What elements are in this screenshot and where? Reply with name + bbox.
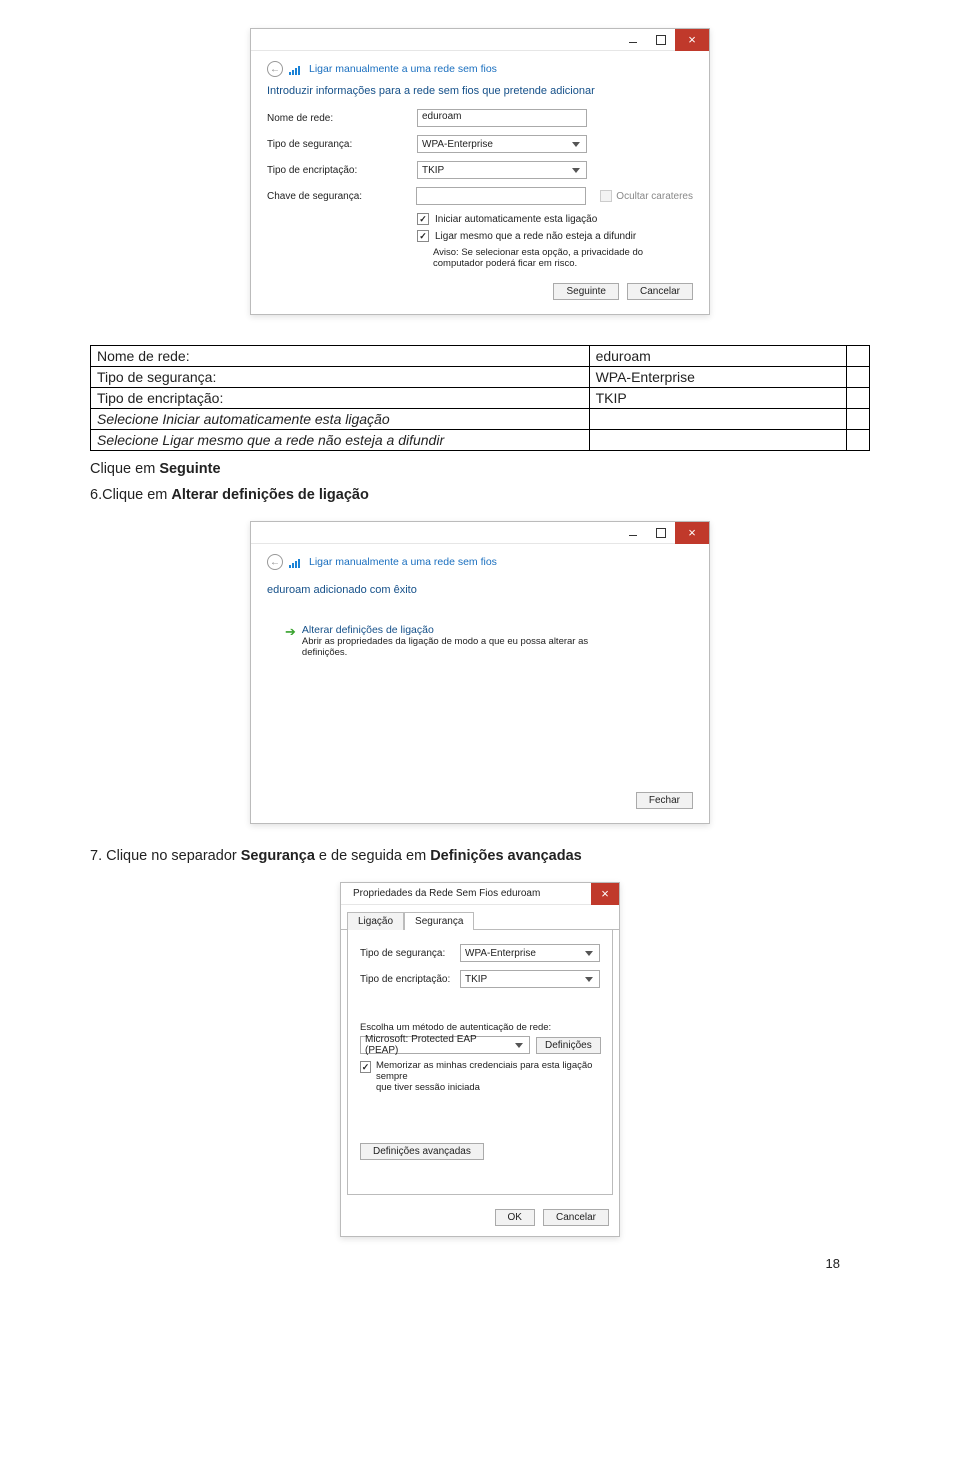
label-security-type: Tipo de segurança:: [360, 948, 460, 959]
auth-method-label: Escolha um método de autenticação de red…: [360, 1022, 600, 1033]
dialog-title: Propriedades da Rede Sem Fios eduroam: [349, 888, 591, 899]
encryption-type-select[interactable]: TKIP: [417, 161, 587, 179]
close-dialog-button[interactable]: Fechar: [636, 792, 693, 809]
hide-characters-label: Ocultar carateres: [616, 191, 693, 202]
titlebar: Propriedades da Rede Sem Fios eduroam: [341, 883, 619, 905]
label-security-key: Chave de segurança:: [267, 191, 416, 202]
dialog-header: Ligar manualmente a uma rede sem fios: [309, 63, 497, 75]
ok-button[interactable]: OK: [495, 1209, 535, 1226]
advanced-settings-button[interactable]: Definições avançadas: [360, 1143, 484, 1160]
cell-value: TKIP: [589, 388, 846, 409]
auto-connect-checkbox[interactable]: [417, 213, 429, 225]
cell-instruction: Selecione Ligar mesmo que a rede não est…: [91, 430, 590, 451]
auth-method-select[interactable]: Microsoft: Protected EAP (PEAP): [360, 1036, 530, 1054]
dialog-add-network: Ligar manualmente a uma rede sem fios In…: [250, 28, 710, 315]
cell-label: Tipo de encriptação:: [91, 388, 590, 409]
network-name-input[interactable]: eduroam: [417, 109, 587, 127]
tab-security[interactable]: Segurança: [404, 912, 474, 930]
security-type-select[interactable]: WPA-Enterprise: [460, 944, 600, 962]
step-6-line: 6.Clique em Alterar definições de ligaçã…: [90, 487, 870, 503]
titlebar: [251, 522, 709, 544]
dialog-added-success: Ligar manualmente a uma rede sem fios ed…: [250, 521, 710, 824]
change-settings-link[interactable]: ➔ Alterar definições de ligação Abrir as…: [285, 624, 693, 658]
cell-instruction: Selecione Iniciar automaticamente esta l…: [91, 409, 590, 430]
instruction-table: Nome de rede: eduroam Tipo de segurança:…: [90, 345, 870, 451]
encryption-type-select[interactable]: TKIP: [460, 970, 600, 988]
cancel-button[interactable]: Cancelar: [543, 1209, 609, 1226]
link-description: Abrir as propriedades da ligação de modo…: [302, 636, 588, 647]
arrow-icon: ➔: [285, 624, 296, 640]
close-button[interactable]: [591, 883, 619, 905]
next-button[interactable]: Seguinte: [553, 283, 618, 300]
table-row: Selecione Iniciar automaticamente esta l…: [91, 409, 870, 430]
maximize-button[interactable]: [647, 29, 675, 51]
remember-credentials-label: Memorizar as minhas credenciais para est…: [376, 1060, 593, 1082]
table-row: Nome de rede: eduroam: [91, 346, 870, 367]
back-button[interactable]: [267, 554, 283, 570]
wifi-icon: [289, 556, 301, 568]
minimize-button[interactable]: [619, 29, 647, 51]
label-encryption-type: Tipo de encriptação:: [360, 974, 460, 985]
step-7-line: 7. Clique no separador Segurança e de se…: [90, 848, 870, 864]
label-encryption-type: Tipo de encriptação:: [267, 165, 417, 176]
minimize-button[interactable]: [619, 522, 647, 544]
security-key-input[interactable]: [416, 187, 586, 205]
hide-characters-checkbox: [600, 190, 612, 202]
close-button[interactable]: [675, 522, 709, 544]
link-description: definições.: [302, 647, 347, 658]
remember-credentials-checkbox[interactable]: [360, 1061, 371, 1073]
label-security-type: Tipo de segurança:: [267, 139, 417, 150]
warning-text: Aviso: Se selecionar esta opção, a priva…: [433, 247, 693, 269]
connect-not-broadcasting-checkbox[interactable]: [417, 230, 429, 242]
back-button[interactable]: [267, 61, 283, 77]
table-row: Tipo de encriptação: TKIP: [91, 388, 870, 409]
dialog-subtitle: Introduzir informações para a rede sem f…: [267, 85, 693, 97]
dialog-wireless-properties: Propriedades da Rede Sem Fios eduroam Li…: [340, 882, 620, 1237]
close-button[interactable]: [675, 29, 709, 51]
page-number: 18: [826, 1256, 840, 1271]
settings-button[interactable]: Definições: [536, 1037, 601, 1054]
auto-connect-label: Iniciar automaticamente esta ligação: [435, 214, 597, 225]
cell-value: eduroam: [589, 346, 846, 367]
remember-credentials-label: que tiver sessão iniciada: [376, 1082, 480, 1093]
cell-label: Nome de rede:: [91, 346, 590, 367]
dialog-header: Ligar manualmente a uma rede sem fios: [309, 556, 497, 568]
maximize-button[interactable]: [647, 522, 675, 544]
tab-connection[interactable]: Ligação: [347, 912, 404, 930]
added-success-title: eduroam adicionado com êxito: [267, 584, 693, 596]
wifi-icon: [289, 63, 301, 75]
cancel-button[interactable]: Cancelar: [627, 283, 693, 300]
cell-label: Tipo de segurança:: [91, 367, 590, 388]
link-title: Alterar definições de ligação: [302, 624, 588, 636]
security-type-select[interactable]: WPA-Enterprise: [417, 135, 587, 153]
titlebar: [251, 29, 709, 51]
label-network-name: Nome de rede:: [267, 113, 417, 124]
cell-value: WPA-Enterprise: [589, 367, 846, 388]
instruction-line: Clique em Seguinte: [90, 461, 870, 477]
table-row: Tipo de segurança: WPA-Enterprise: [91, 367, 870, 388]
connect-not-broadcasting-label: Ligar mesmo que a rede não esteja a difu…: [435, 231, 636, 242]
table-row: Selecione Ligar mesmo que a rede não est…: [91, 430, 870, 451]
cell-empty: [846, 346, 869, 367]
